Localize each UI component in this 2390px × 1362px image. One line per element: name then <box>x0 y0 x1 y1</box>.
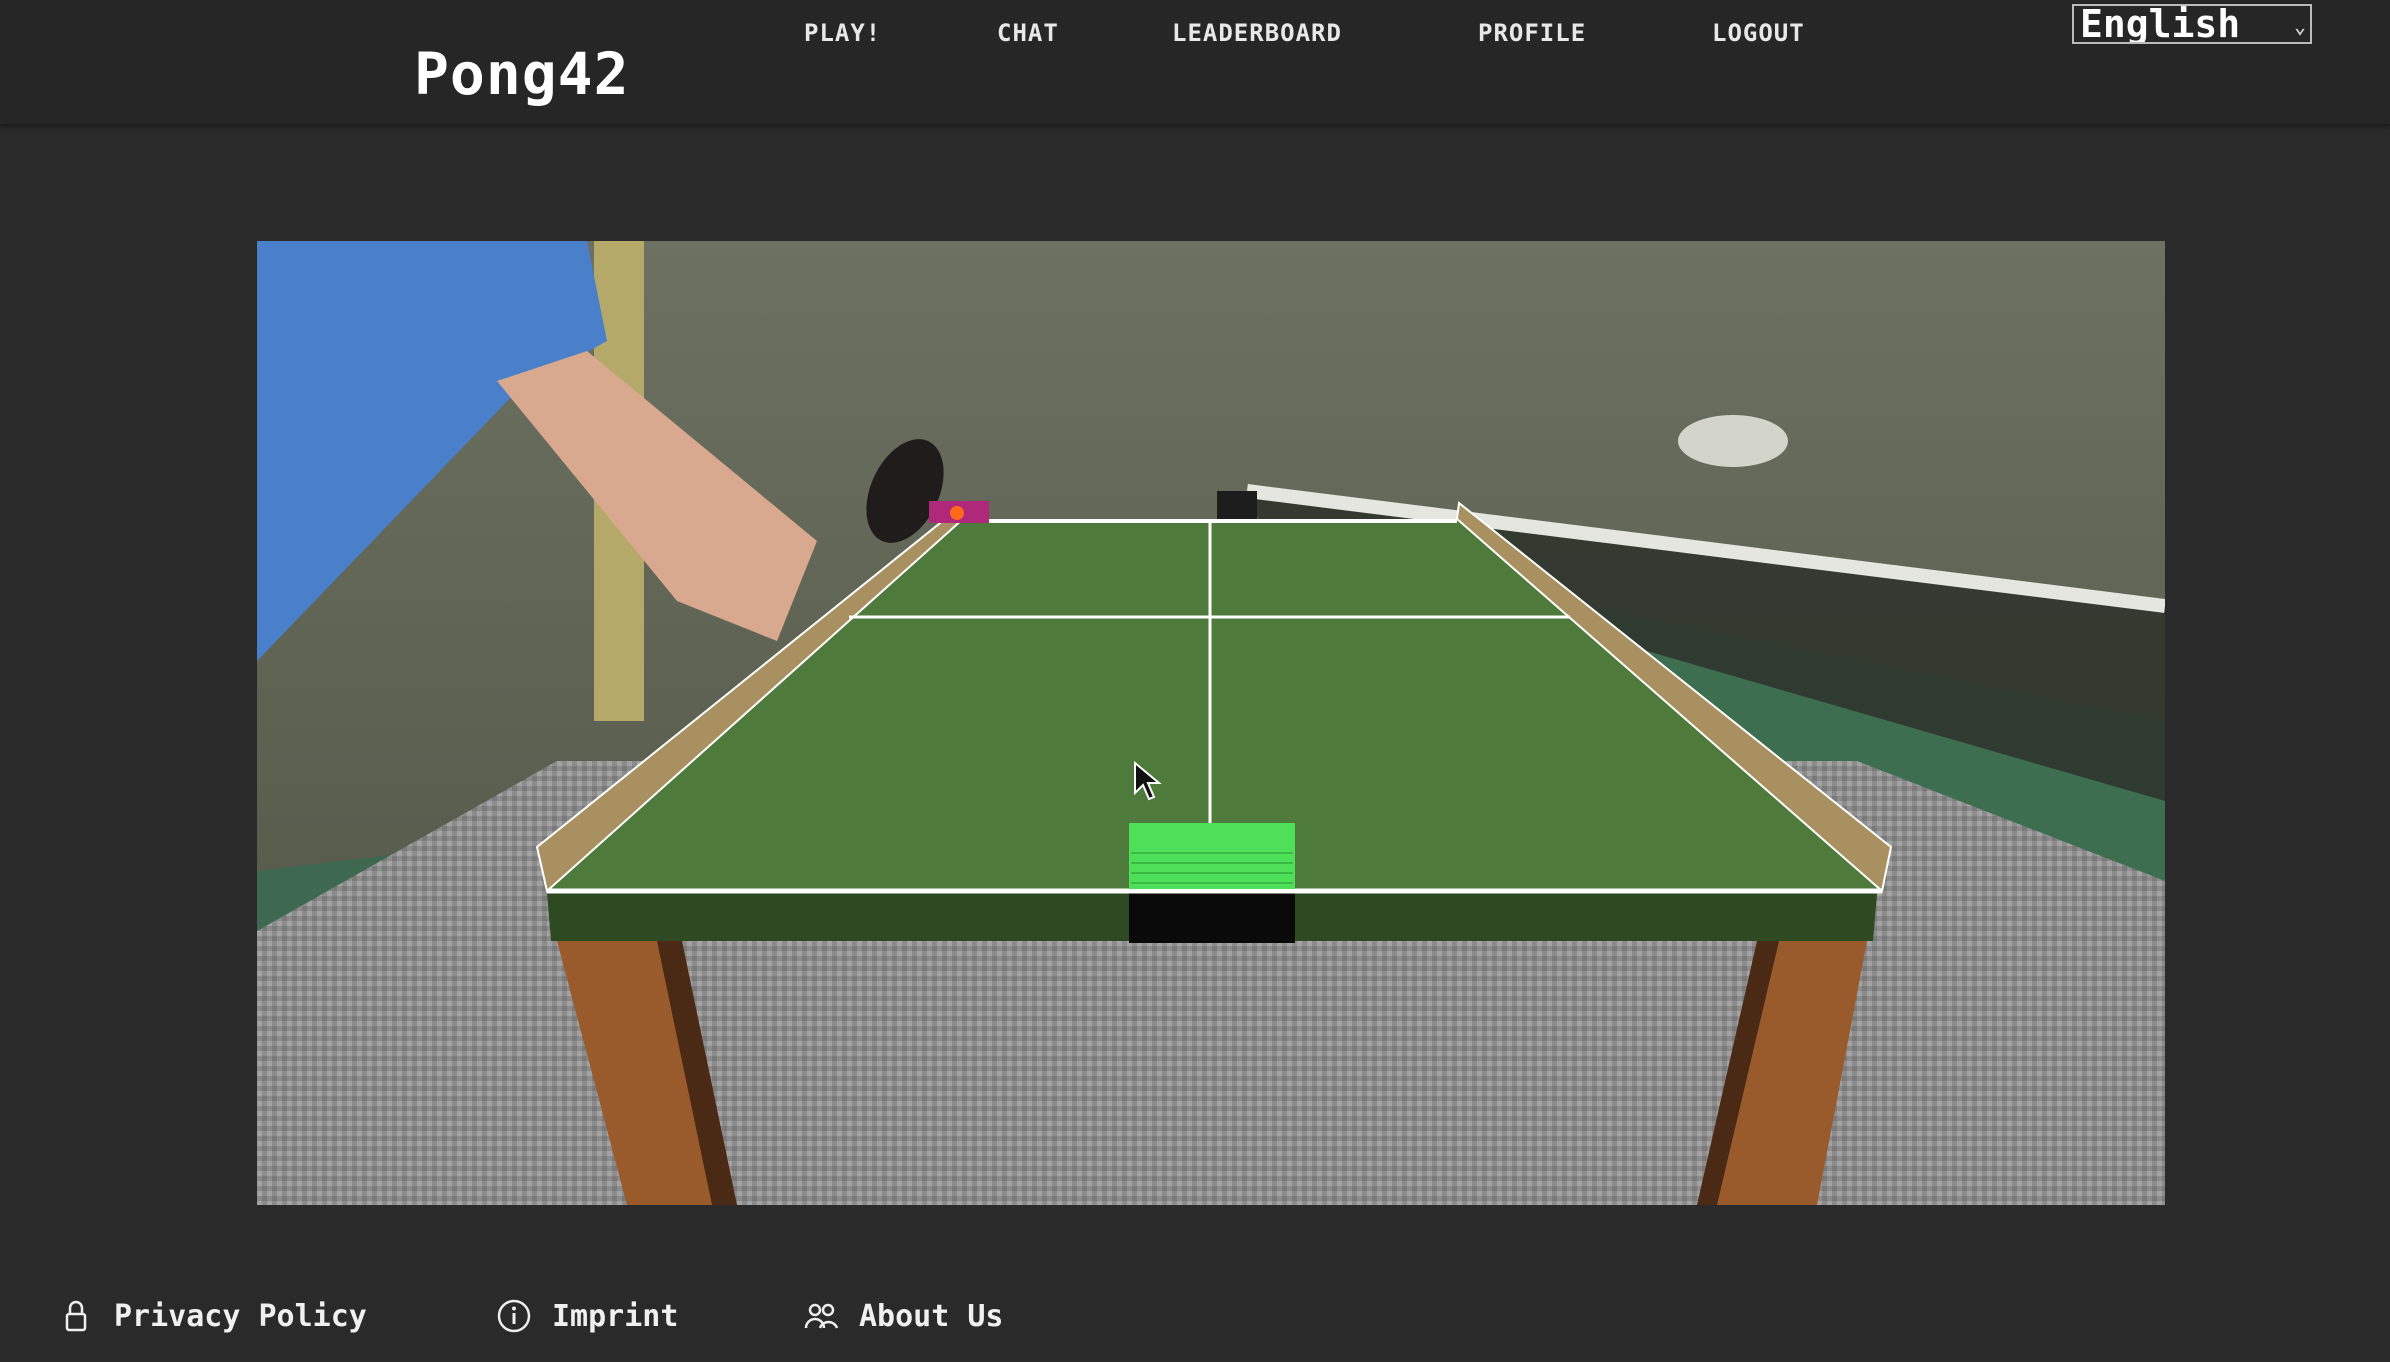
game-ball <box>950 506 964 520</box>
info-icon <box>497 1299 531 1333</box>
nav-profile[interactable]: PROFILE <box>1478 16 1586 50</box>
game-canvas[interactable] <box>257 241 2165 1205</box>
people-icon <box>804 1303 839 1329</box>
paddle-shadow <box>1129 891 1295 943</box>
nav-leaderboard[interactable]: LEADERBOARD <box>1172 16 1342 50</box>
footer-imprint-label: Imprint <box>552 1298 679 1334</box>
brand-logo[interactable]: Pong42 <box>414 40 630 108</box>
footer-imprint[interactable]: Imprint <box>496 1298 678 1334</box>
nav-chat[interactable]: CHAT <box>997 16 1059 50</box>
language-selected-value: English <box>2080 4 2241 44</box>
background-net-post <box>1217 491 1257 519</box>
language-select[interactable]: English ⌄ <box>2072 4 2312 44</box>
player-paddle[interactable] <box>1129 823 1295 889</box>
chevron-down-icon: ⌄ <box>2293 14 2306 38</box>
lock-icon <box>65 1300 87 1332</box>
footer: Privacy Policy Imprint About Us <box>0 1280 2390 1362</box>
nav-logout[interactable]: LOGOUT <box>1712 16 1805 50</box>
game-scene <box>257 241 2165 1205</box>
nav-play[interactable]: PLAY! <box>804 16 881 50</box>
background-ball <box>1678 415 1788 467</box>
footer-about-us[interactable]: About Us <box>803 1298 1004 1334</box>
footer-about-us-label: About Us <box>859 1298 1004 1334</box>
top-navbar: Pong42 PLAY! CHAT LEADERBOARD PROFILE LO… <box>0 0 2390 124</box>
footer-privacy-policy-label: Privacy Policy <box>114 1298 367 1334</box>
footer-privacy-policy[interactable]: Privacy Policy <box>58 1298 367 1334</box>
